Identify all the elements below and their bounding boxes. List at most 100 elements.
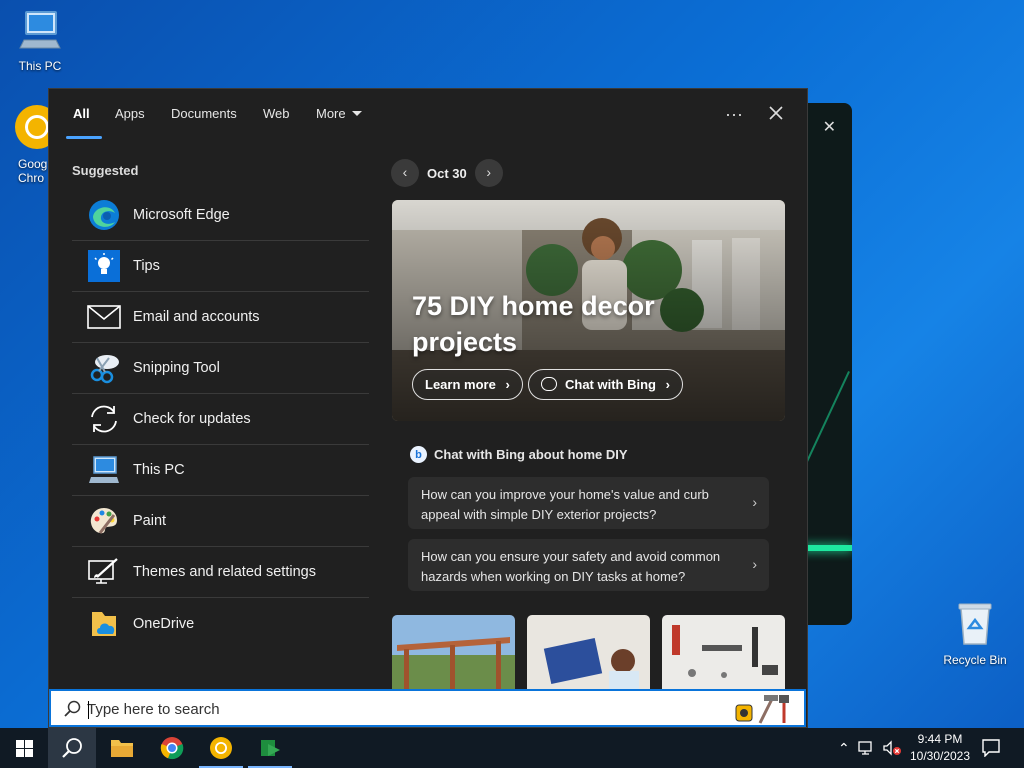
taskbar-chrome-canary[interactable] (197, 728, 245, 768)
tools-icon (735, 695, 789, 724)
app-item-snipping-tool[interactable]: Snipping Tool (72, 343, 369, 394)
start-button[interactable] (0, 728, 48, 768)
network-icon[interactable] (858, 740, 876, 756)
bing-chat-heading: b Chat with Bing about home DIY (410, 446, 628, 463)
close-icon (769, 106, 783, 120)
taskbar-search-button[interactable] (48, 728, 96, 768)
app-icon (261, 740, 280, 756)
edge-icon (87, 198, 121, 232)
article-thumbnail[interactable] (527, 615, 650, 689)
tab-more-label: More (316, 106, 346, 121)
taskbar: ⌃ 9:44 PM 10/30/2023 (0, 728, 1024, 768)
suggested-app-list: Microsoft Edge Tips Email and accounts S… (72, 190, 369, 649)
action-center-button[interactable] (968, 728, 1014, 768)
chat-with-bing-button[interactable]: Chat with Bing › (528, 369, 683, 400)
chevron-right-icon: › (505, 377, 510, 392)
recycle-bin-icon (937, 600, 1013, 649)
desktop-icon-label: This PC (18, 59, 62, 73)
bing-question-text: How can you ensure your safety and avoid… (421, 549, 721, 584)
snipping-tool-icon (87, 351, 121, 385)
chrome-icon (160, 737, 184, 760)
bing-question-card[interactable]: How can you ensure your safety and avoid… (408, 539, 769, 591)
app-label: Paint (133, 513, 167, 529)
article-thumbnail[interactable] (662, 615, 785, 689)
app-label: This PC (133, 462, 185, 478)
desktop-icon-recycle-bin[interactable]: Recycle Bin (937, 600, 1013, 667)
tab-all[interactable]: All (73, 106, 90, 121)
app-label: Themes and related settings (133, 564, 316, 580)
more-options-button[interactable]: ··· (720, 101, 748, 129)
mail-icon (87, 300, 121, 334)
computer-icon (87, 453, 121, 487)
app-label: Email and accounts (133, 309, 260, 325)
app-item-this-pc[interactable]: This PC (72, 445, 369, 496)
chevron-right-icon: › (752, 494, 757, 510)
chat-bubble-icon (541, 377, 557, 391)
bing-icon: b (410, 446, 427, 463)
app-item-email-and-accounts[interactable]: Email and accounts (72, 292, 369, 343)
app-item-onedrive[interactable]: OneDrive (72, 598, 369, 649)
pergola-image (392, 615, 515, 689)
learn-more-label: Learn more (425, 377, 496, 392)
onedrive-icon (87, 607, 121, 641)
taskbar-app[interactable] (246, 728, 294, 768)
clock[interactable]: 9:44 PM 10/30/2023 (904, 731, 976, 765)
desktop-icon-this-pc[interactable]: This PC (2, 8, 78, 73)
active-tab-indicator (66, 136, 102, 139)
close-search-button[interactable] (762, 101, 790, 129)
packing-image (527, 615, 650, 689)
taskbar-file-explorer[interactable] (98, 728, 146, 768)
system-tray: ⌃ (838, 728, 902, 768)
app-item-tips[interactable]: Tips (72, 241, 369, 292)
next-day-button[interactable]: › (474, 159, 503, 187)
chevron-right-icon: › (665, 377, 670, 392)
app-item-paint[interactable]: Paint (72, 496, 369, 547)
tab-documents[interactable]: Documents (171, 106, 237, 121)
bing-question-text: How can you improve your home's value an… (421, 487, 709, 522)
date-navigator: ‹ Oct 30 › (391, 159, 503, 187)
clock-date: 10/30/2023 (909, 749, 971, 763)
app-label: Snipping Tool (133, 360, 220, 376)
app-label: Tips (133, 258, 160, 274)
chat-with-bing-label: Chat with Bing (565, 377, 656, 392)
windows-logo-icon (15, 739, 33, 757)
tools-image (662, 615, 785, 689)
hero-card[interactable]: 75 DIY home decor projects Learn more › … (392, 200, 785, 421)
tab-web[interactable]: Web (263, 106, 290, 121)
chevron-up-icon[interactable]: ⌃ (838, 740, 850, 757)
search-input[interactable] (87, 697, 687, 721)
sync-icon (87, 402, 121, 436)
hero-title: 75 DIY home decor projects (412, 291, 655, 357)
date-label: Oct 30 (427, 165, 467, 181)
paint-icon (87, 504, 121, 538)
bing-chat-heading-label: Chat with Bing about home DIY (434, 447, 628, 462)
article-thumbnail[interactable] (392, 615, 515, 689)
search-icon (64, 700, 81, 717)
tab-apps[interactable]: Apps (115, 106, 145, 121)
tab-more[interactable]: More (316, 106, 362, 121)
app-item-themes-and-related-settings[interactable]: Themes and related settings (72, 547, 369, 598)
computer-icon (2, 8, 78, 55)
desktop-icon-label: Recycle Bin (943, 653, 1007, 667)
search-panel: All Apps Documents Web More ··· Suggeste… (48, 88, 808, 728)
clock-time: 9:44 PM (917, 732, 963, 746)
chevron-right-icon: › (752, 556, 757, 572)
app-label: Check for updates (133, 411, 251, 427)
learn-more-button[interactable]: Learn more › (412, 369, 523, 400)
themes-icon (87, 555, 121, 589)
bing-question-card[interactable]: How can you improve your home's value an… (408, 477, 769, 529)
text-caret (88, 701, 89, 719)
suggested-heading: Suggested (72, 163, 139, 178)
folder-icon (111, 740, 133, 757)
close-icon[interactable]: ✕ (823, 117, 836, 137)
notification-icon (982, 739, 1000, 757)
app-item-check-for-updates[interactable]: Check for updates (72, 394, 369, 445)
volume-muted-icon[interactable] (882, 740, 902, 756)
search-icon (62, 738, 82, 758)
taskbar-chrome[interactable] (148, 728, 196, 768)
search-box[interactable] (49, 689, 806, 727)
chevron-down-icon (351, 111, 362, 116)
search-tabs: All Apps Documents Web More ··· (49, 89, 807, 139)
app-item-microsoft-edge[interactable]: Microsoft Edge (72, 190, 369, 241)
previous-day-button[interactable]: ‹ (391, 159, 419, 187)
